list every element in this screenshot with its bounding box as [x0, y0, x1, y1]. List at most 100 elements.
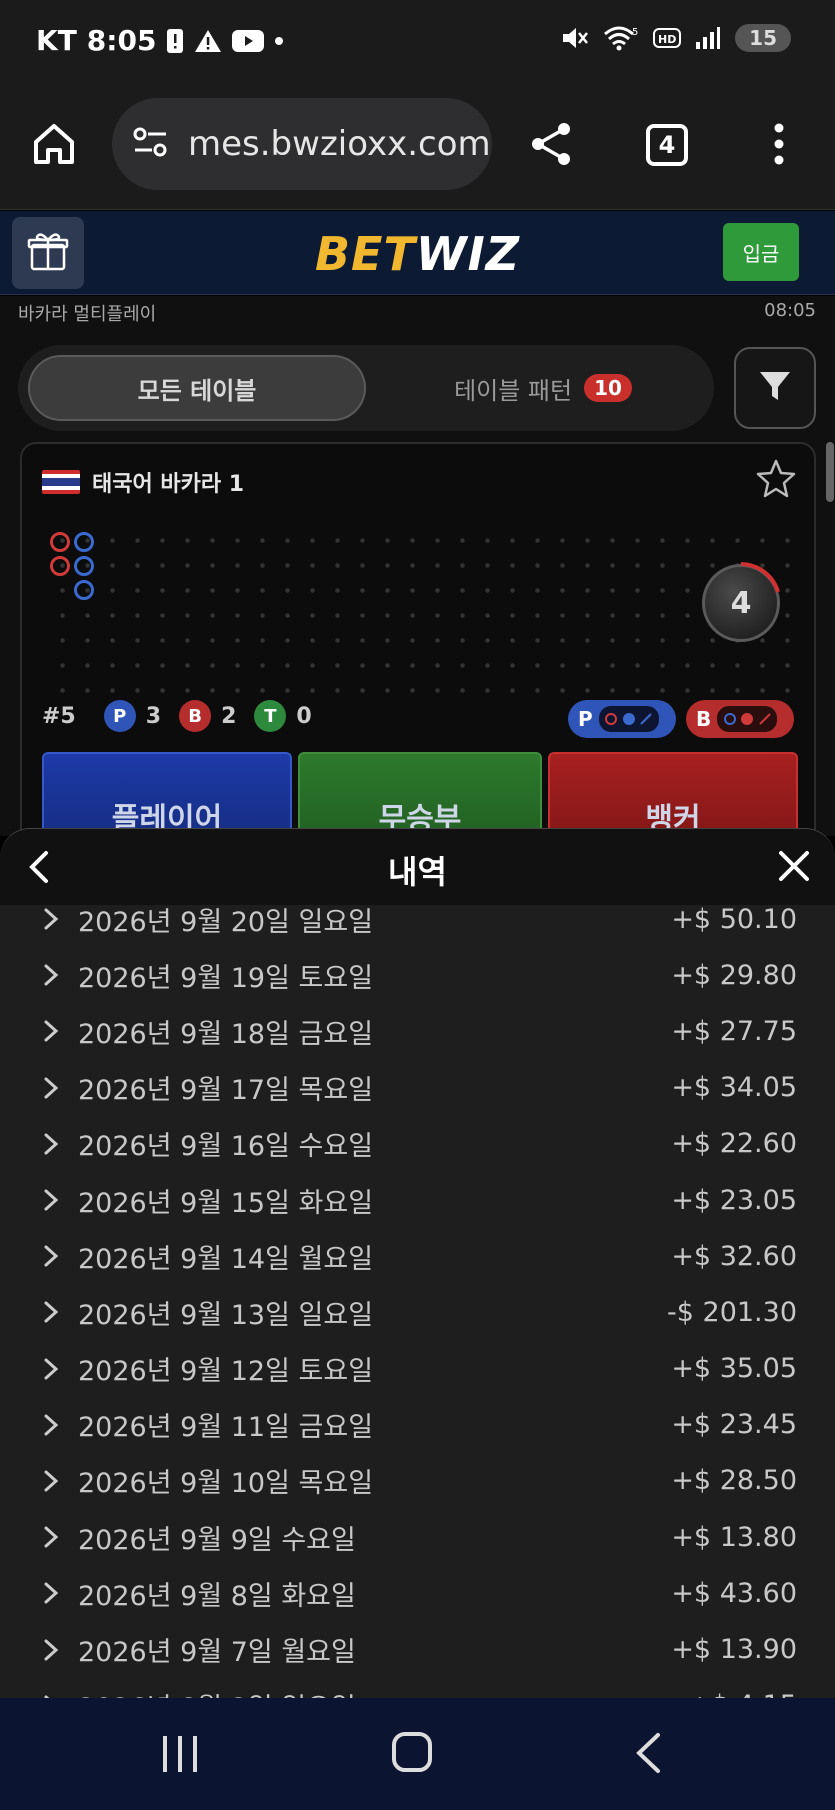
system-navigation-bar	[0, 1698, 835, 1810]
history-date: 2026년 9월 14일 월요일	[78, 1243, 374, 1275]
battery-indicator: 15	[735, 24, 791, 52]
history-amount: +$ 32.60	[671, 1240, 797, 1272]
back-nav-icon[interactable]	[634, 1732, 662, 1778]
chevron-right-icon	[42, 1244, 68, 1268]
tab-table-pattern-label: 테이블 패턴	[454, 376, 573, 405]
filter-icon	[757, 368, 793, 408]
history-date: 2026년 9월 10일 목요일	[78, 1468, 374, 1500]
site-header: BETWIZ 입금	[0, 211, 835, 295]
thailand-flag-icon	[42, 470, 80, 494]
bead-banker	[50, 532, 70, 552]
signal-icon	[695, 26, 721, 50]
bead-road-grid	[50, 528, 790, 698]
alert-icon	[166, 28, 184, 54]
history-row[interactable]: 2026년 8월 2일 일요일+$ 4.15	[0, 1678, 835, 1698]
history-row[interactable]: 2026년 9월 19일 토요일 +$ 29.80	[0, 947, 835, 1003]
banker-prediction[interactable]: B	[686, 700, 794, 738]
history-date: 2026년 9월 17일 목요일	[78, 1075, 374, 1107]
chevron-right-icon	[42, 963, 68, 987]
history-date: 2026년 9월 9일 수요일	[78, 1524, 356, 1556]
share-icon[interactable]	[528, 120, 576, 172]
bead-player	[74, 556, 94, 576]
pattern-count-badge: 10	[584, 374, 632, 402]
chevron-right-icon	[42, 1525, 68, 1549]
history-amount: -$ 201.30	[667, 1296, 797, 1328]
history-row[interactable]: 2026년 9월 8일 화요일 +$ 43.60	[0, 1565, 835, 1621]
table-name: 태국어 바카라 1	[92, 472, 245, 497]
home-nav-icon[interactable]	[392, 1732, 432, 1772]
history-row[interactable]: 2026년 9월 11일 금요일 +$ 23.45	[0, 1397, 835, 1453]
status-bar: KT 8:05 5 HD 15	[0, 0, 835, 88]
notification-dot-icon	[274, 36, 284, 46]
history-row[interactable]: 2026년 9월 14일 월요일 +$ 32.60	[0, 1228, 835, 1284]
favorite-star-icon[interactable]	[756, 458, 796, 502]
mute-icon	[561, 25, 589, 51]
player-count: 3	[145, 703, 162, 729]
history-amount: +$ 22.60	[671, 1128, 797, 1160]
history-row[interactable]: 2026년 9월 10일 목요일 +$ 28.50	[0, 1453, 835, 1509]
history-sheet-header: 내역	[0, 829, 835, 905]
tab-all-tables[interactable]: 모든 테이블	[28, 355, 366, 421]
history-row[interactable]: 2026년 9월 7일 월요일 +$ 13.90	[0, 1621, 835, 1677]
history-row[interactable]: 2026년 9월 17일 목요일 +$ 34.05	[0, 1060, 835, 1116]
round-stats: #5 P 3 B 2 T 0	[42, 700, 312, 732]
address-bar[interactable]: mes.bwzioxx.com	[112, 98, 492, 190]
history-row[interactable]: 2026년 9월 16일 수요일 +$ 22.60	[0, 1116, 835, 1172]
tab-table-pattern[interactable]: 테이블 패턴 10	[378, 355, 708, 421]
player-prediction-label: P	[578, 707, 593, 731]
history-row[interactable]: 2026년 9월 18일 금요일 +$ 27.75	[0, 1003, 835, 1059]
recent-apps-icon[interactable]	[160, 1736, 200, 1776]
timer-progress-arc	[740, 562, 780, 593]
player-badge: P	[103, 700, 136, 732]
close-icon[interactable]	[777, 849, 811, 887]
deposit-button[interactable]: 입금	[723, 223, 799, 281]
history-title: 내역	[388, 853, 447, 891]
history-row[interactable]: 2026년 9월 9일 수요일 +$ 13.80	[0, 1509, 835, 1565]
url-text: mes.bwzioxx.com	[188, 124, 491, 164]
chevron-right-icon	[42, 1581, 68, 1605]
more-options-icon[interactable]	[772, 122, 786, 170]
warning-icon	[194, 29, 222, 53]
betwiz-logo: BETWIZ	[314, 227, 521, 281]
history-row[interactable]: 2026년 9월 13일 일요일 -$ 201.30	[0, 1284, 835, 1340]
history-amount: +$ 35.05	[671, 1353, 797, 1385]
filter-button[interactable]	[734, 347, 816, 429]
tie-count: 0	[296, 703, 312, 729]
history-date: 2026년 9월 13일 일요일	[78, 1299, 374, 1331]
hd-voice-icon: HD	[653, 26, 682, 50]
tab-switcher-button[interactable]: 4	[646, 124, 688, 166]
chevron-right-icon	[42, 1132, 68, 1156]
history-date: 2026년 9월 20일 일요일	[78, 906, 374, 938]
history-amount: +$ 29.80	[671, 959, 797, 991]
chevron-right-icon	[42, 1413, 68, 1437]
chevron-right-icon	[42, 1076, 68, 1100]
player-prediction-beads	[598, 706, 659, 732]
baccarat-table-card[interactable]: 태국어 바카라 1 4 #5 P 3 B 2 T 0 P B 플레이어 무승부	[20, 442, 816, 862]
bead-banker	[50, 556, 70, 576]
tie-badge: T	[254, 700, 287, 732]
player-prediction[interactable]: P	[568, 700, 676, 738]
history-amount: +$ 34.05	[671, 1072, 797, 1104]
home-icon[interactable]	[30, 120, 78, 172]
history-row[interactable]: 2026년 9월 12일 토요일 +$ 35.05	[0, 1341, 835, 1397]
page-scrollbar[interactable]	[826, 442, 834, 502]
chevron-right-icon	[42, 1019, 68, 1043]
site-settings-icon[interactable]	[132, 126, 170, 162]
history-date: 2026년 8월 2일 일요일	[78, 1686, 688, 1698]
history-date: 2026년 9월 18일 금요일	[78, 1018, 374, 1050]
chevron-right-icon	[42, 1357, 68, 1381]
history-list: 2026년 9월 20일 일요일 +$ 50.10 2026년 9월 19일 토요일…	[0, 891, 835, 1698]
svg-text:HD: HD	[658, 33, 676, 46]
history-amount: +$ 50.10	[671, 903, 797, 935]
history-date: 2026년 9월 19일 토요일	[78, 962, 374, 994]
banker-prediction-beads	[717, 706, 778, 732]
bead-player	[74, 532, 94, 552]
history-date: 2026년 9월 8일 화요일	[78, 1580, 356, 1612]
history-amount: +$ 23.05	[671, 1184, 797, 1216]
history-date: 2026년 9월 15일 화요일	[78, 1187, 374, 1219]
banker-badge: B	[179, 700, 212, 732]
section-info: 바카라 멀티플레이 08:05	[18, 300, 816, 326]
history-amount: +$ 28.50	[671, 1465, 797, 1497]
youtube-icon	[232, 29, 265, 53]
history-row[interactable]: 2026년 9월 15일 화요일 +$ 23.05	[0, 1172, 835, 1228]
